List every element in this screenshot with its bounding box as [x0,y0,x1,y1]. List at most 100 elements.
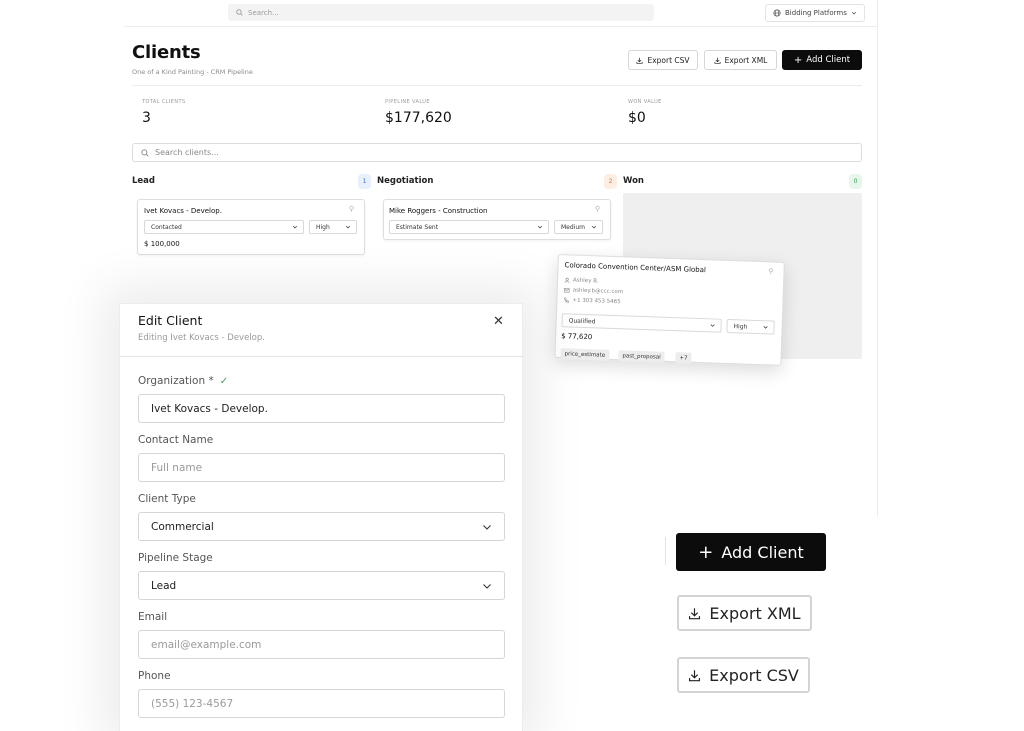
contact-name-label: Contact Name [138,434,214,446]
email-field[interactable]: email@example.com [138,630,505,659]
phone-icon [564,297,570,303]
chevron-down-icon [345,225,351,229]
contact-phone: +1 303 453 5465 [572,297,621,306]
add-client-button[interactable]: + Add Client [782,50,862,70]
search-clients-placeholder: Search clients... [155,148,219,157]
export-csv-label: Export CSV [647,55,690,65]
stat-value: $177,620 [385,110,452,126]
status-select[interactable]: Estimate Sent [389,220,549,234]
pin-icon[interactable]: ⚲ [768,267,773,275]
client-type-value: Commercial [151,520,214,533]
amount-value: 100,000 [150,240,180,248]
stat-label: TOTAL CLIENTS [142,99,186,105]
column-count-badge: 0 [849,173,862,189]
column-title: Lead [132,176,156,186]
download-icon [636,57,643,64]
card-email: ashley.b@ccc.com [563,287,624,296]
chevron-down-icon [483,583,491,589]
global-search-input[interactable]: Search... [228,4,654,21]
contact-email: ashley.b@ccc.com [572,287,624,296]
column-title: Won [623,176,644,186]
priority-select[interactable]: Medium [554,220,603,234]
chevron-down-icon [483,524,491,530]
priority-value: Medium [561,223,585,231]
pipeline-stage-label: Pipeline Stage [138,552,213,564]
chevron-down-icon [763,326,768,329]
stat-label: WON VALUE [628,99,662,105]
chevron-down-icon [537,225,543,229]
status-select[interactable]: Qualified [561,313,722,333]
column-count-badge: 2 [604,173,617,189]
status-value: Estimate Sent [396,223,439,231]
status-value: Qualified [568,316,596,325]
plus-icon: + [793,54,803,66]
stat-won-value: WON VALUE $0 [628,99,662,126]
bidding-platforms-label: Bidding Platforms [785,9,847,17]
priority-value: High [316,223,330,231]
contact-name-field[interactable]: Full name [138,453,505,482]
download-icon [689,607,701,619]
priority-select[interactable]: High [309,220,357,234]
export-csv-label: Export CSV [709,665,799,685]
chevron-down-icon [292,225,298,229]
stat-value: $0 [628,110,646,126]
stat-value: 3 [142,110,151,126]
currency-symbol: $ [144,240,149,248]
status-value: Contacted [151,223,182,231]
phone-placeholder: (555) 123-4567 [151,697,234,710]
bidding-platforms-dropdown[interactable]: Bidding Platforms [765,4,865,22]
search-clients-input[interactable]: Search clients... [132,143,862,162]
column-header-won: Won 0 [623,172,862,190]
pin-icon[interactable]: ⚲ [349,205,354,213]
column-header-negotiation: Negotiation 2 [377,172,617,190]
column-header-lead: Lead 1 [132,172,371,190]
pipeline-stage-value: Lead [151,579,177,592]
download-icon [714,57,721,64]
phone-field[interactable]: (555) 123-4567 [138,689,505,718]
client-card-dragging[interactable]: Colorado Convention Center/ASM Global ⚲ … [554,254,785,366]
modal-title: Edit Client [138,313,203,328]
header-divider [132,85,862,86]
client-type-select[interactable]: Commercial [138,512,505,541]
status-select[interactable]: Contacted [144,220,304,234]
organization-field[interactable]: Ivet Kovacs - Develop. [138,394,505,423]
chevron-down-icon [710,324,715,327]
add-client-button-large[interactable]: + Add Client [676,533,826,571]
organization-label: Organization * ✓ [138,375,228,387]
organization-label-text: Organization * [138,375,214,387]
priority-select[interactable]: High [726,318,775,335]
chevron-down-icon [591,225,597,229]
stat-total-clients: TOTAL CLIENTS 3 [142,99,186,126]
email-label: Email [138,611,168,623]
tag-chip: +7 [675,352,692,364]
global-search-placeholder: Search... [248,8,279,17]
client-card-lead[interactable]: Ivet Kovacs - Develop. ⚲ Contacted High … [137,199,365,255]
export-xml-button-large[interactable]: Export XML [677,595,812,631]
modal-subtitle: Editing Ivet Kovacs - Develop. [138,333,265,343]
client-card-negotiation[interactable]: Mike Roggers - Construction ⚲ Estimate S… [383,199,611,240]
tag-chip: price_estimate [560,348,610,361]
tag-chip: past_proposal [618,350,665,363]
export-xml-button[interactable]: Export XML [704,50,777,70]
card-phone: +1 303 453 5465 [563,297,621,305]
card-title: Mike Roggers - Construction [389,207,488,215]
search-icon [141,148,149,157]
add-client-label: Add Client [721,542,804,562]
stat-pipeline-value: PIPELINE VALUE $177,620 [385,99,452,126]
card-amount: $ 100,000 [144,240,180,248]
export-csv-button-large[interactable]: Export CSV [677,657,810,693]
organization-value: Ivet Kovacs - Develop. [151,402,268,415]
page-title: Clients [132,42,201,63]
column-title: Negotiation [377,176,434,186]
client-type-label: Client Type [138,493,196,505]
modal-divider [120,356,524,357]
pipeline-stage-select[interactable]: Lead [138,571,505,600]
close-icon[interactable]: ✕ [493,315,504,328]
export-xml-label: Export XML [709,603,801,623]
export-xml-label: Export XML [724,55,768,65]
pin-icon[interactable]: ⚲ [595,205,600,213]
export-csv-button[interactable]: Export CSV [628,50,698,70]
edit-client-modal: Edit Client Editing Ivet Kovacs - Develo… [119,303,524,731]
card-title: Colorado Convention Center/ASM Global [564,261,707,275]
phone-label: Phone [138,670,171,682]
